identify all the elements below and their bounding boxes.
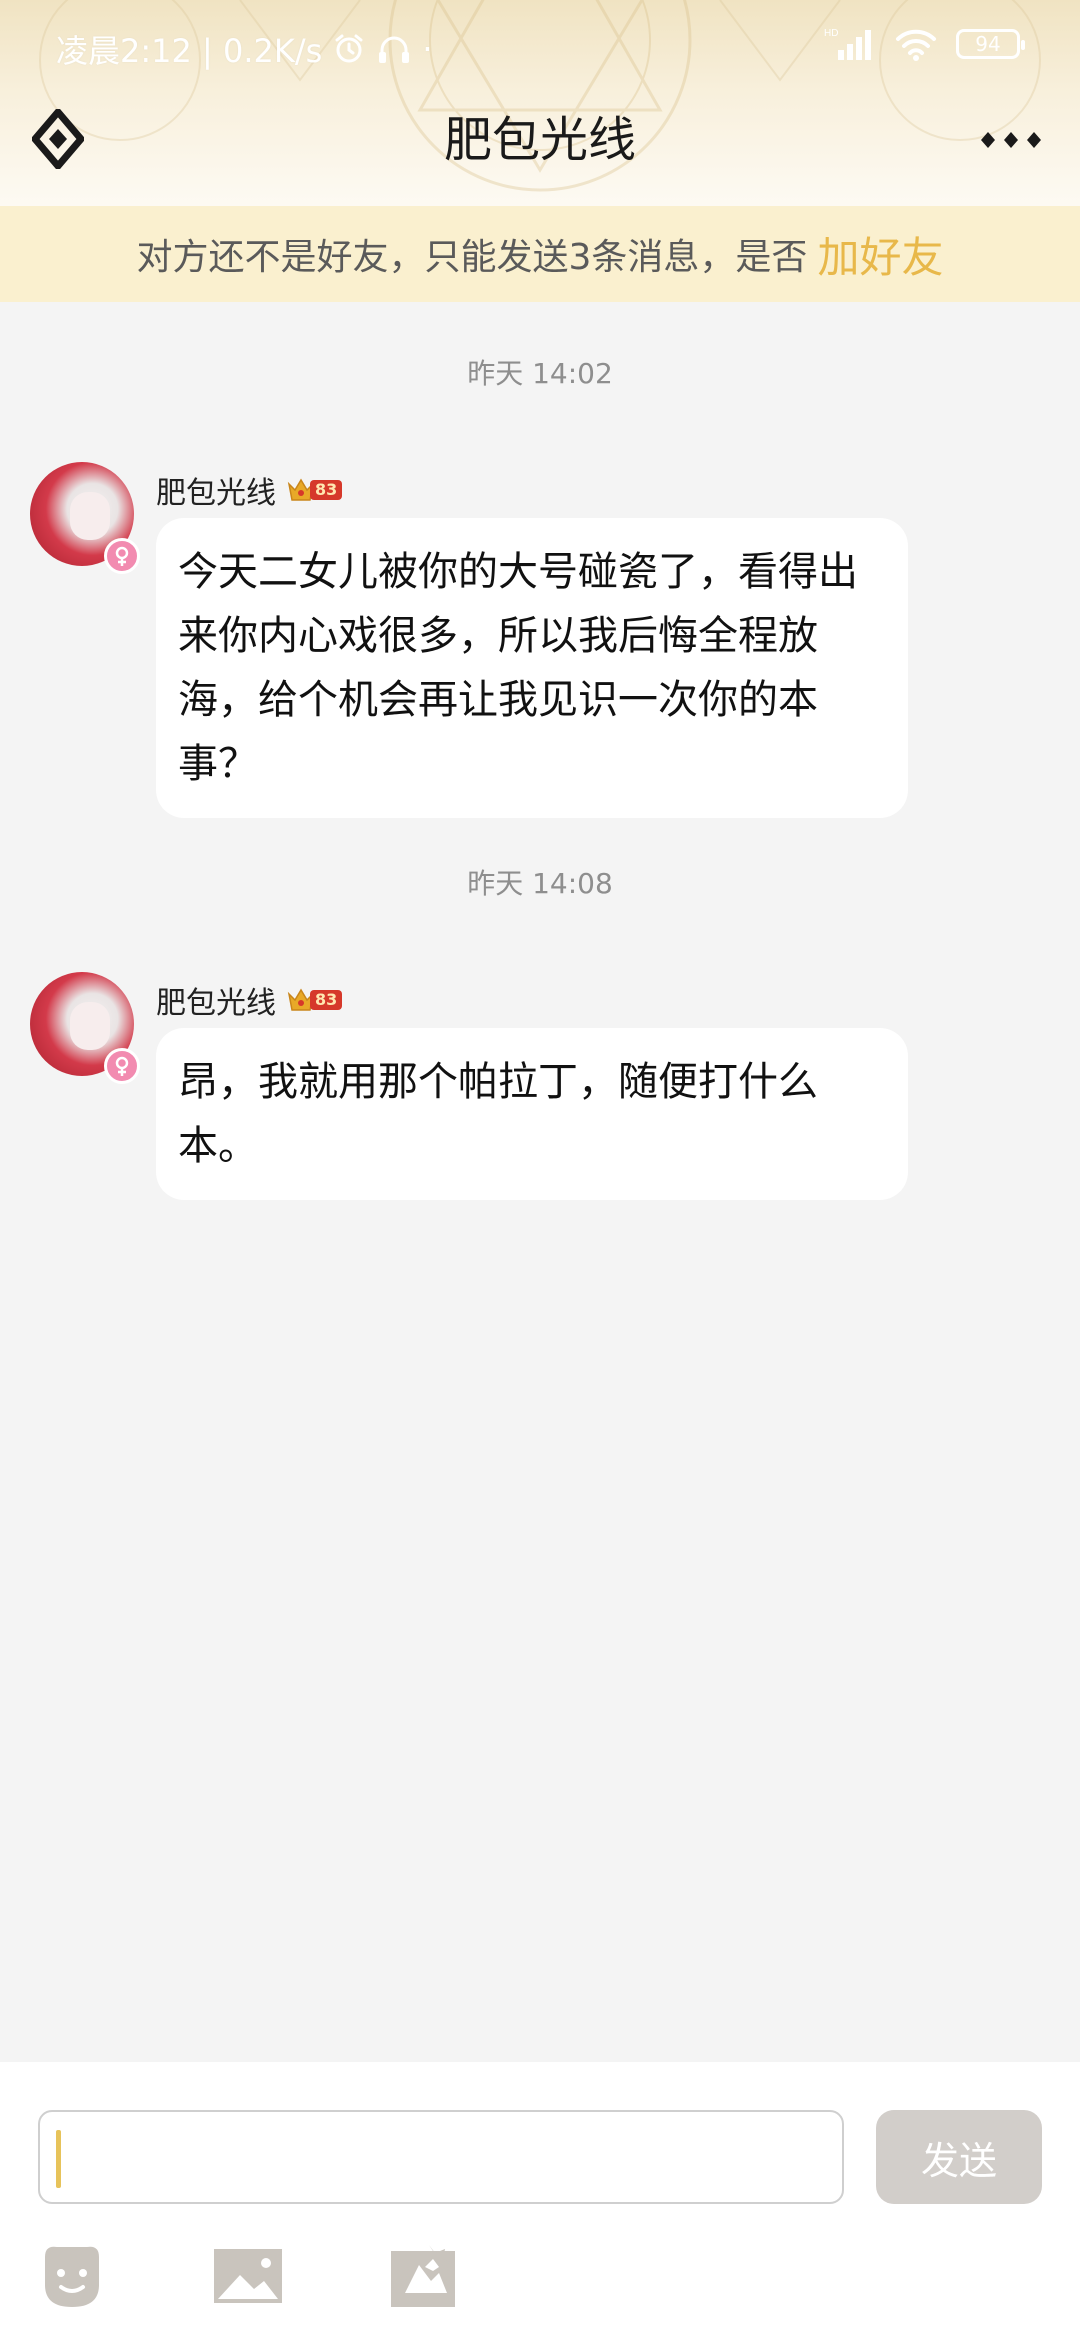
sender-name[interactable]: 肥包光线	[156, 468, 276, 512]
headphones-icon	[376, 32, 412, 66]
status-left: 凌晨2:12 | 0.2K/s ·	[56, 26, 433, 72]
battery-indicator: 94	[956, 29, 1025, 59]
sender-line: 肥包光线 83	[156, 978, 343, 1022]
status-dot: ·	[422, 30, 433, 68]
svg-text:HD: HD	[824, 28, 838, 39]
message-bubble: 今天二女儿被你的大号碰瓷了，看得出来你内心戏很多，所以我后悔全程放海，给个机会再…	[156, 518, 908, 818]
status-time: 凌晨2:12 | 0.2K/s	[56, 32, 323, 70]
message-timestamp: 昨天 14:02	[467, 357, 613, 390]
wifi-icon	[894, 27, 938, 61]
image-icon	[214, 2249, 282, 2303]
alarm-icon	[332, 32, 366, 66]
battery-level: 94	[975, 32, 1001, 56]
sender-line: 肥包光线 83	[156, 468, 343, 512]
avatar-face	[70, 492, 110, 540]
message-input[interactable]	[38, 2110, 844, 2204]
more-dots-icon	[981, 132, 1041, 148]
sticker-button[interactable]	[388, 2240, 460, 2312]
nav-bar: 肥包光线	[0, 96, 1080, 206]
level-badge: 83	[286, 476, 343, 504]
level-badge: 83	[286, 986, 343, 1014]
friend-banner: 对方还不是好友，只能发送3条消息，是否 加好友	[0, 206, 1080, 302]
status-bar: 凌晨2:12 | 0.2K/s · HD 94	[0, 0, 1080, 96]
sender-name[interactable]: 肥包光线	[156, 978, 276, 1022]
add-friend-link[interactable]: 加好友	[817, 224, 943, 285]
level-number: 83	[310, 990, 343, 1010]
emoji-button[interactable]	[36, 2240, 108, 2312]
face-icon	[45, 2246, 99, 2307]
level-number: 83	[310, 480, 343, 500]
friend-banner-text: 对方还不是好友，只能发送3条消息，是否	[136, 237, 808, 278]
message-bubble: 昂，我就用那个帕拉丁，随便打什么本。	[156, 1028, 908, 1200]
text-caret	[56, 2130, 61, 2188]
status-right: HD 94	[824, 26, 1025, 62]
female-icon	[104, 538, 140, 574]
message-item: 肥包光线 83 昂，我就用那个帕拉丁，随便打什么本。	[30, 972, 1030, 1202]
page-title: 肥包光线	[443, 112, 636, 168]
message-item: 肥包光线 83 今天二女儿被你的大号碰瓷了，看得出来你内心戏很多，所以我后悔全程…	[30, 462, 1030, 822]
female-icon	[104, 1048, 140, 1084]
input-area: 发送	[0, 2062, 1080, 2340]
image-button[interactable]	[212, 2240, 284, 2312]
message-timestamp: 昨天 14:08	[467, 867, 613, 900]
more-button[interactable]	[976, 120, 1046, 160]
send-button[interactable]: 发送	[876, 2110, 1042, 2204]
signal-icon: HD	[824, 26, 876, 62]
avatar-face	[70, 1002, 110, 1050]
sticker-icon	[391, 2245, 455, 2307]
header: 凌晨2:12 | 0.2K/s · HD 94 肥包光线	[0, 0, 1080, 206]
